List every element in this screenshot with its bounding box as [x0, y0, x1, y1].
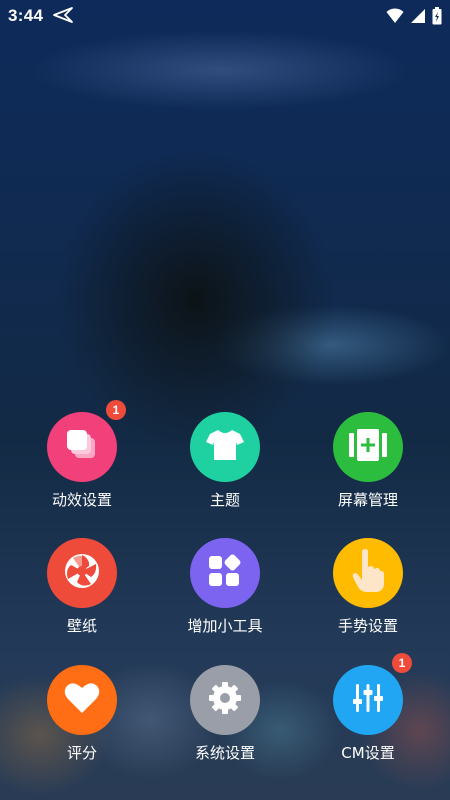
- equalizer-sliders-icon: [352, 682, 384, 719]
- tshirt-icon: [206, 428, 244, 467]
- gesture-settings-button[interactable]: [333, 538, 403, 608]
- app-gesture-settings[interactable]: 手势设置: [298, 538, 438, 635]
- app-theme[interactable]: 主题: [155, 412, 295, 509]
- screen-add-icon: [349, 428, 387, 466]
- animation-settings-button[interactable]: 1: [47, 400, 126, 482]
- widgets-icon: [208, 554, 242, 593]
- app-cm-settings[interactable]: 1 CM设置: [298, 653, 438, 762]
- add-widgets-button[interactable]: [190, 538, 260, 608]
- app-label: 系统设置: [194, 744, 255, 762]
- app-animation-settings[interactable]: 1 动效设置: [12, 400, 152, 509]
- navigation-arrow-icon: [52, 6, 74, 29]
- app-label: CM设置: [341, 744, 395, 762]
- app-label: 壁纸: [66, 617, 97, 635]
- app-rate[interactable]: 评分: [12, 665, 152, 762]
- theme-button[interactable]: [190, 412, 260, 482]
- app-system-settings[interactable]: 系统设置: [155, 665, 295, 762]
- aperture-icon: [62, 551, 102, 596]
- wifi-icon: [386, 8, 404, 29]
- app-label: 增加小工具: [187, 617, 263, 635]
- app-label: 手势设置: [337, 617, 398, 635]
- pointing-hand-icon: [351, 548, 385, 598]
- gear-icon: [207, 680, 243, 721]
- screen-management-button[interactable]: [333, 412, 403, 482]
- app-label: 屏幕管理: [337, 491, 398, 509]
- wallpaper-button[interactable]: [47, 538, 117, 608]
- battery-charging-icon: [432, 7, 442, 30]
- notification-badge: 1: [392, 653, 412, 673]
- heart-icon: [64, 682, 100, 719]
- app-wallpaper[interactable]: 壁纸: [12, 538, 152, 635]
- notification-badge: 1: [106, 400, 126, 420]
- cards-stack-icon: [64, 427, 100, 468]
- cm-settings-button[interactable]: 1: [333, 653, 412, 735]
- app-add-widgets[interactable]: 增加小工具: [155, 538, 295, 635]
- rate-button[interactable]: [47, 665, 117, 735]
- app-label: 主题: [209, 491, 240, 509]
- app-label: 评分: [66, 744, 97, 762]
- cellular-signal-icon: [410, 8, 426, 29]
- app-screen-management[interactable]: 屏幕管理: [298, 412, 438, 509]
- app-label: 动效设置: [51, 491, 112, 509]
- status-bar: 3:44: [0, 0, 450, 32]
- status-time: 3:44: [8, 6, 44, 25]
- system-settings-button[interactable]: [190, 665, 260, 735]
